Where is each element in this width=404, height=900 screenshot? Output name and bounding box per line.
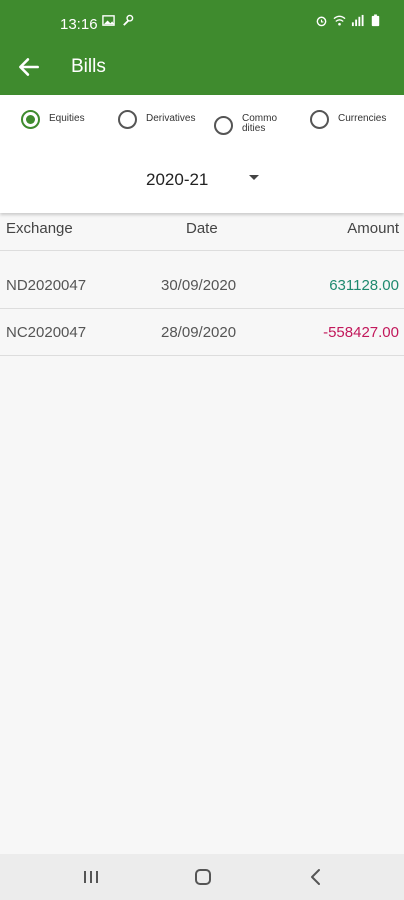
header-amount: Amount [347, 220, 399, 237]
radio-label-commodities: Commodities [242, 113, 278, 134]
cell-date: 28/09/2020 [161, 324, 237, 341]
status-time: 13:16 [60, 16, 98, 33]
financial-year-dropdown[interactable]: 2020-21 [140, 165, 270, 195]
recent-apps-icon[interactable] [79, 866, 103, 888]
radio-unselected-icon [310, 110, 329, 129]
radio-label-equities: Equities [49, 113, 85, 124]
dropdown-caret-icon [249, 175, 259, 180]
table-row[interactable]: ND2020047 30/09/2020 631128.00 [0, 263, 404, 309]
table-row[interactable]: NC2020047 28/09/2020 -558427.00 [0, 310, 404, 356]
radio-equities[interactable]: Equities [21, 110, 85, 129]
radio-unselected-icon [214, 116, 233, 135]
table-header: Exchange Date Amount [0, 213, 404, 251]
alarm-icon [316, 16, 327, 27]
radio-label-currencies: Currencies [338, 113, 387, 124]
cell-exchange: NC2020047 [6, 324, 87, 341]
wifi-icon [333, 15, 346, 26]
back-arrow-icon[interactable] [16, 54, 42, 80]
signal-icon [351, 14, 364, 27]
app-bar: Bills [0, 40, 404, 95]
cell-amount: -558427.00 [323, 324, 399, 341]
radio-currencies[interactable]: Currencies [310, 110, 386, 129]
status-bar: 13:16 [0, 0, 404, 40]
financial-year-value: 2020-21 [146, 170, 209, 189]
battery-icon [371, 14, 380, 27]
cell-amount: 631128.00 [329, 277, 399, 294]
radio-selected-icon [21, 110, 40, 129]
header-exchange: Exchange [6, 220, 73, 237]
radio-derivatives[interactable]: Derivatives [118, 110, 195, 129]
page-title: Bills [71, 56, 106, 77]
home-icon[interactable] [191, 866, 215, 888]
radio-commodities[interactable]: Commodities [214, 110, 280, 135]
system-nav-bar [0, 854, 404, 900]
cell-exchange: ND2020047 [6, 277, 87, 294]
radio-unselected-icon [118, 110, 137, 129]
image-icon [102, 15, 115, 26]
cell-date: 30/09/2020 [161, 277, 237, 294]
header-date: Date [186, 220, 218, 237]
filter-panel: Equities Derivatives Commodities Currenc… [0, 95, 404, 213]
wrench-icon [123, 14, 134, 26]
system-back-icon[interactable] [304, 866, 328, 888]
radio-label-derivatives: Derivatives [146, 113, 196, 124]
